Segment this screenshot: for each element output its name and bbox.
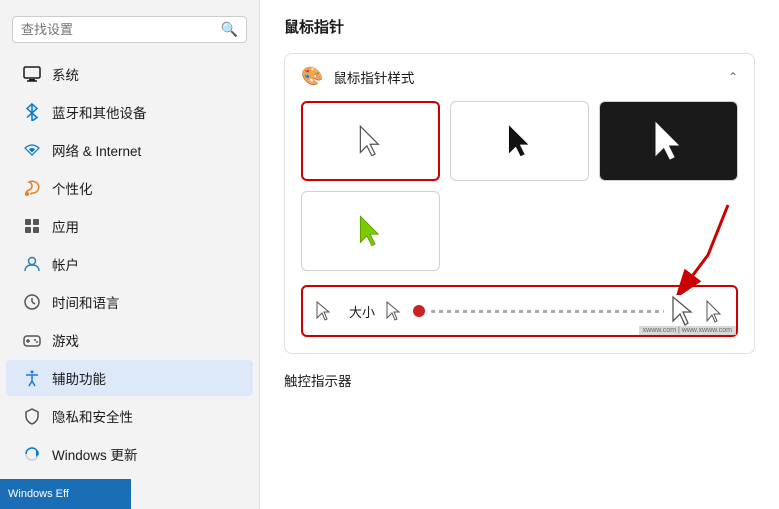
sidebar-item-windows-update-label: Windows 更新 (52, 444, 138, 464)
cursor-option-black[interactable] (450, 101, 589, 181)
person-icon (22, 254, 42, 274)
slider-track[interactable] (431, 310, 664, 313)
sidebar-item-accessibility[interactable]: 辅助功能 (6, 360, 253, 396)
cursor-cards-grid (301, 101, 738, 271)
cursor-option-green[interactable] (301, 191, 440, 271)
sidebar-item-bluetooth-label: 蓝牙和其他设备 (52, 102, 147, 122)
sidebar-item-system-label: 系统 (52, 64, 79, 84)
search-icon[interactable]: 🔍 (221, 21, 238, 38)
sidebar-item-personalization[interactable]: 个性化 (6, 170, 253, 206)
cursor-option-white[interactable] (301, 101, 440, 181)
watermark: xwww.com | www.xwww.com (639, 326, 736, 335)
size-row: 大小 (301, 285, 738, 337)
size-xlarge-cursor-icon (704, 299, 724, 323)
size-slider-area (413, 295, 724, 327)
sidebar-item-network[interactable]: 网络 & Internet (6, 132, 253, 168)
taskbar-strip: Windows Eff (0, 479, 131, 509)
cursor-style-title: 鼠标指针样式 (333, 67, 414, 87)
sidebar-item-gaming-label: 游戏 (52, 330, 79, 350)
sidebar-item-apps-label: 应用 (52, 216, 79, 236)
cursor-option-inverted[interactable] (599, 101, 738, 181)
section-header: 🎨 鼠标指针样式 ⌃ (301, 66, 738, 87)
slider-dashes (431, 310, 664, 313)
game-icon (22, 330, 42, 350)
size-label: 大小 (349, 302, 375, 321)
clock-icon (22, 292, 42, 312)
shield-icon (22, 406, 42, 426)
bluetooth-icon (22, 102, 42, 122)
cursor-style-section: 🎨 鼠标指针样式 ⌃ (284, 53, 755, 354)
size-slider-cursor-icon (385, 300, 403, 322)
touch-section: 触控指示器 (284, 370, 755, 391)
sidebar-item-windows-update[interactable]: Windows 更新 (6, 436, 253, 472)
sidebar-item-privacy[interactable]: 隐私和安全性 (6, 398, 253, 434)
sidebar-item-gaming[interactable]: 游戏 (6, 322, 253, 358)
search-box[interactable]: 🔍 (12, 16, 247, 43)
size-small-cursor-icon (315, 300, 333, 322)
sidebar-item-time[interactable]: 时间和语言 (6, 284, 253, 320)
sidebar-item-accessibility-label: 辅助功能 (52, 368, 106, 388)
chevron-up-icon[interactable]: ⌃ (728, 70, 738, 84)
apps-icon (22, 216, 42, 236)
palette-icon: 🎨 (301, 66, 323, 87)
touch-section-title: 触控指示器 (284, 374, 352, 389)
accessibility-icon (22, 368, 42, 388)
search-input[interactable] (21, 22, 221, 37)
sidebar: 🔍 系统 蓝牙和其他设备 网络 & Internet (0, 0, 260, 509)
section-header-left: 🎨 鼠标指针样式 (301, 66, 414, 87)
sidebar-item-time-label: 时间和语言 (52, 292, 120, 312)
taskbar-label: Windows Eff (8, 488, 69, 500)
sidebar-item-privacy-label: 隐私和安全性 (52, 406, 133, 426)
size-large-cursor-icon (670, 295, 698, 327)
sidebar-item-personalization-label: 个性化 (52, 178, 93, 198)
paint-icon (22, 178, 42, 198)
sidebar-item-accounts[interactable]: 帐户 (6, 246, 253, 282)
network-icon (22, 140, 42, 160)
monitor-icon (22, 64, 42, 84)
sidebar-item-accounts-label: 帐户 (52, 254, 79, 274)
sidebar-item-bluetooth[interactable]: 蓝牙和其他设备 (6, 94, 253, 130)
sidebar-item-system[interactable]: 系统 (6, 56, 253, 92)
page-title: 鼠标指针 (284, 16, 755, 37)
size-row-wrapper: 大小 (301, 285, 738, 337)
sidebar-item-network-label: 网络 & Internet (52, 140, 141, 160)
main-content: 鼠标指针 🎨 鼠标指针样式 ⌃ (260, 0, 779, 509)
slider-dot (413, 305, 425, 317)
update-icon (22, 444, 42, 464)
sidebar-item-apps[interactable]: 应用 (6, 208, 253, 244)
